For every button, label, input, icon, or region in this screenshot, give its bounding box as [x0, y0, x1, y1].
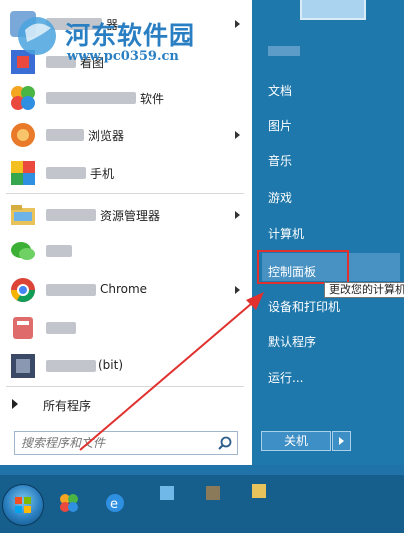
taskbar-app-icon[interactable] — [156, 482, 178, 504]
taskbar-app-icon[interactable] — [248, 480, 270, 502]
start-button[interactable] — [2, 484, 44, 526]
windows-logo-icon — [15, 497, 31, 513]
annotation-arrow — [79, 292, 264, 451]
ie-icon[interactable]: e — [104, 492, 126, 514]
taskbar-app-icon[interactable] — [202, 482, 224, 504]
taskbar-app-icon[interactable] — [58, 492, 80, 514]
svg-text:e: e — [110, 497, 118, 512]
